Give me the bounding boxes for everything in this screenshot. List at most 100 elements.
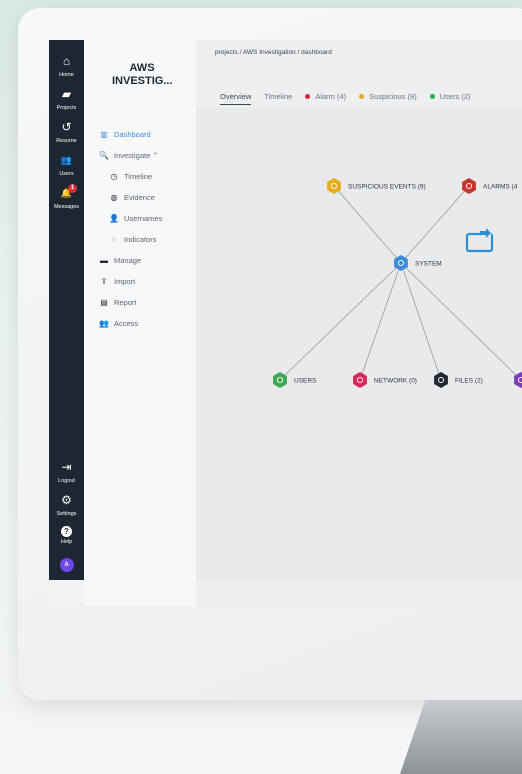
avatar[interactable]: A — [59, 558, 74, 572]
bulb-icon: ◌ — [111, 235, 117, 244]
nav-label-manage: Manage — [114, 256, 142, 265]
rail-label-users: Users — [59, 171, 74, 177]
users-dot-icon — [429, 94, 435, 99]
tab-alarm[interactable]: Alarm (4) — [305, 92, 346, 101]
graph-edge-network — [359, 262, 402, 381]
rail-label-settings: Settings — [56, 511, 77, 517]
refresh-icon[interactable] — [465, 228, 494, 253]
graph-node-system[interactable]: SYSTEM — [394, 255, 442, 271]
alarm-dot-icon — [305, 94, 311, 99]
rail-label-home: Home — [59, 72, 74, 78]
relationship-graph: SYSTEM SUSPICIOUS EVENTS (9) ALARMS (4 USER… — [273, 178, 522, 388]
fingerprint-icon: ◍ — [110, 193, 118, 202]
rail-item-users[interactable]: 👥 Users — [49, 153, 84, 177]
rail-label-resume: Resume — [56, 138, 77, 144]
monitor-stand — [400, 700, 522, 774]
graph-edge-files — [400, 262, 442, 381]
nav-label-access: Access — [114, 319, 139, 328]
rail-item-help[interactable]: ? Help — [49, 526, 84, 545]
files-node-icon — [434, 372, 448, 388]
nav-item-access[interactable]: 👥 Access — [98, 313, 162, 334]
tab-label-alarm: Alarm (4) — [315, 92, 347, 101]
nav-list: ▥ Dashboard 🔍 Investigate ⌃ ◷ Timeline ◍… — [98, 124, 162, 334]
users-icon: 👥 — [60, 155, 73, 165]
graph-panel: SYSTEM SUSPICIOUS EVENTS (9) ALARMS (4 USER… — [196, 108, 522, 580]
settings-icon: ⚙ — [61, 493, 72, 507]
nav-item-indicators[interactable]: ◌ Indicators — [98, 229, 162, 250]
graph-node-network[interactable]: NETWORK (0) — [353, 372, 417, 388]
network-node-icon — [353, 372, 367, 388]
nav-label-usernames: Usernames — [124, 214, 163, 223]
graph-node-files[interactable]: FILES (2) — [434, 372, 483, 388]
graph-edge-alarms — [400, 185, 470, 264]
tab-overview[interactable]: Overview — [220, 92, 252, 105]
graph-node-label-suspicious: SUSPICIOUS EVENTS (9) — [348, 184, 426, 191]
graph-node-label-network: NETWORK (0) — [374, 378, 417, 385]
graph-edge-suspicious — [333, 185, 402, 264]
tab-label-users: Users (2) — [439, 92, 471, 101]
graph-edge-other — [400, 262, 522, 381]
tab-suspicious[interactable]: Suspicious (9) — [359, 92, 417, 101]
graph-node-label-alarms: ALARMS (4 — [483, 184, 518, 191]
nav-label-report: Report — [114, 298, 137, 307]
nav-label-indicators: Indicators — [124, 235, 157, 244]
rail-item-projects[interactable]: ▰ Projects — [49, 87, 84, 111]
folder-icon: ▰ — [61, 87, 72, 101]
nav-item-dashboard[interactable]: ▥ Dashboard — [98, 124, 162, 145]
users-node-icon — [273, 372, 287, 388]
tab-label-suspicious: Suspicious (9) — [369, 92, 417, 101]
logout-icon: ⇥ — [61, 460, 72, 474]
app-screen: ⌂ Home ▰ Projects ↺ Resume 👥 Users 🔔 1 M… — [49, 40, 522, 606]
tab-timeline[interactable]: Timeline — [264, 92, 292, 101]
user-key-icon: 👤 — [109, 214, 119, 223]
graph-edge-users — [279, 262, 402, 381]
rail-item-resume[interactable]: ↺ Resume — [49, 120, 84, 144]
rail-label-help: Help — [60, 539, 73, 545]
suspicious-dot-icon — [359, 94, 365, 99]
nav-item-evidence[interactable]: ◍ Evidence — [98, 187, 162, 208]
rail-bottom: ⇥ Logout ⚙ Settings ? Help A — [49, 460, 84, 572]
history-icon: ↺ — [61, 120, 72, 134]
tab-users[interactable]: Users (2) — [429, 92, 471, 101]
clock-icon: ◷ — [110, 172, 118, 181]
access-icon: 👥 — [99, 319, 109, 328]
rail-label-projects: Projects — [56, 105, 77, 111]
main-area: projects / AWS Investigation / dashboard… — [196, 40, 522, 606]
nav-item-investigate[interactable]: 🔍 Investigate ⌃ — [98, 145, 162, 166]
graph-node-suspicious[interactable]: SUSPICIOUS EVENTS (9) — [327, 178, 426, 194]
tab-label-timeline: Timeline — [264, 92, 293, 101]
nav-item-timeline[interactable]: ◷ Timeline — [98, 166, 162, 187]
nav-item-import[interactable]: ⇪ Import — [98, 271, 162, 292]
nav-label-dashboard: Dashboard — [114, 130, 151, 139]
rail-label-messages: Messages — [53, 204, 80, 210]
icon-rail: ⌂ Home ▰ Projects ↺ Resume 👥 Users 🔔 1 M… — [49, 40, 84, 580]
nav-label-investigate: Investigate ⌃ — [114, 151, 159, 160]
rail-item-settings[interactable]: ⚙ Settings — [49, 493, 84, 517]
nav-label-evidence: Evidence — [124, 193, 155, 202]
graph-node-users[interactable]: USERS — [273, 372, 317, 388]
nav-label-timeline: Timeline — [124, 172, 153, 181]
rail-item-home[interactable]: ⌂ Home — [49, 54, 84, 78]
breadcrumb: projects / AWS Investigation / dashboard — [215, 49, 332, 56]
nav-label-import: Import — [114, 277, 136, 286]
graph-node-alarms[interactable]: ALARMS (4 — [462, 178, 518, 194]
messages-badge: 1 — [68, 184, 77, 193]
nav-item-manage[interactable]: ▬ Manage — [98, 250, 162, 271]
graph-node-label-system: SYSTEM — [415, 261, 442, 268]
graph-edges — [279, 185, 522, 381]
rail-item-logout[interactable]: ⇥ Logout — [49, 460, 84, 484]
graph-node-label-files: FILES (2) — [455, 378, 483, 385]
graph-node-label-users: USERS — [294, 378, 317, 385]
chart-icon: ▥ — [100, 130, 108, 139]
dashboard-tabs: Overview Timeline Alarm (4) Suspicious (… — [220, 88, 484, 105]
project-title: AWS INVESTIG... — [112, 62, 173, 87]
nav-item-report[interactable]: ▤ Report — [98, 292, 162, 313]
home-icon: ⌂ — [62, 54, 71, 68]
rail-item-messages[interactable]: 🔔 1 Messages — [49, 184, 84, 210]
folder-icon: ▬ — [100, 256, 108, 265]
rail-label-logout: Logout — [58, 478, 75, 484]
report-icon: ▤ — [100, 298, 108, 307]
project-nav: AWS INVESTIG... ▥ Dashboard 🔍 Investigat… — [84, 40, 196, 606]
nav-item-usernames[interactable]: 👤 Usernames — [98, 208, 162, 229]
search-icon: 🔍 — [99, 151, 109, 160]
